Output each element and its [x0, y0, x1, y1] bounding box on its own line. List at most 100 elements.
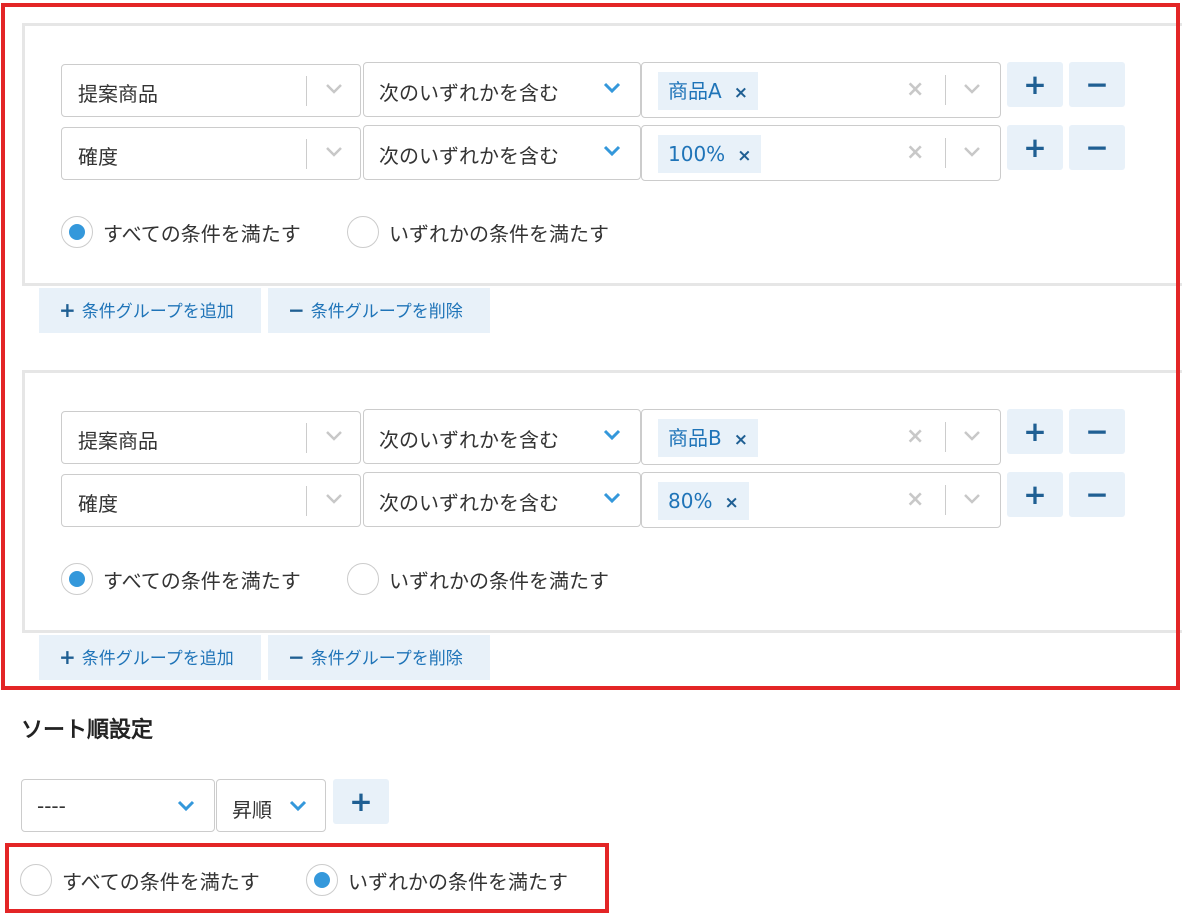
radio-selected-dot [69, 224, 85, 240]
clear-icon[interactable]: × [906, 77, 924, 102]
sort-order-select[interactable]: 昇順 [216, 779, 326, 832]
add-condition-group-button[interactable]: + 条件グループを追加 [39, 288, 261, 333]
tag-label: 商品B [668, 426, 722, 450]
radio-label: すべての条件を満たす [62, 869, 260, 894]
radio-circle[interactable] [20, 864, 52, 896]
radio-label: すべての条件を満たす [103, 221, 301, 246]
sort-field-value: ---- [37, 794, 66, 818]
operator-select-value: 次のいずれかを含む [379, 144, 559, 168]
operator-select[interactable]: 次のいずれかを含む [363, 62, 641, 117]
button-label: 条件グループを削除 [310, 302, 463, 322]
select-separator [306, 486, 307, 516]
radio-circle[interactable] [347, 216, 379, 248]
sort-section-title: ソート順設定 [21, 718, 154, 743]
operator-select[interactable]: 次のいずれかを含む [363, 409, 641, 464]
field-select-value: 提案商品 [78, 429, 158, 453]
tag-label: 100% [668, 142, 726, 166]
chevron-down-icon[interactable] [962, 492, 982, 506]
radio-label: いずれかの条件を満たす [348, 869, 568, 894]
condition-group-2: 提案商品 次のいずれかを含む 商品B × × + − 確度 次のいずれかを含む 8… [22, 370, 1182, 633]
radio-circle[interactable] [61, 563, 93, 595]
sort-order-value: 昇順 [232, 798, 272, 822]
plus-icon: + [59, 298, 76, 322]
remove-condition-button[interactable]: − [1069, 472, 1125, 517]
match-any-radio[interactable]: いずれかの条件を満たす [347, 563, 609, 595]
value-multi-select[interactable]: 80% × × [641, 472, 1001, 528]
value-tag: 商品B × [658, 419, 758, 457]
operator-select-value: 次のいずれかを含む [379, 491, 559, 515]
select-separator [945, 138, 946, 168]
add-condition-button[interactable]: + [1007, 125, 1063, 170]
match-any-radio[interactable]: いずれかの条件を満たす [306, 864, 568, 896]
chevron-down-icon[interactable] [288, 799, 308, 813]
chevron-down-icon[interactable] [962, 82, 982, 96]
delete-condition-group-button[interactable]: − 条件グループを削除 [268, 288, 490, 333]
tag-remove-icon[interactable]: × [737, 137, 751, 175]
operator-select[interactable]: 次のいずれかを含む [363, 125, 641, 180]
chevron-down-icon[interactable] [602, 428, 622, 442]
clear-icon[interactable]: × [906, 487, 924, 512]
chevron-down-icon[interactable] [176, 799, 196, 813]
add-condition-button[interactable]: + [1007, 472, 1063, 517]
value-tag: 80% × [658, 482, 749, 520]
field-select[interactable]: 提案商品 [61, 64, 361, 117]
match-all-radio[interactable]: すべての条件を満たす [61, 563, 301, 595]
chevron-down-icon[interactable] [324, 429, 344, 443]
select-separator [945, 75, 946, 105]
button-label: 条件グループを追加 [81, 302, 234, 322]
minus-icon: − [288, 298, 305, 322]
chevron-down-icon[interactable] [962, 429, 982, 443]
field-select[interactable]: 確度 [61, 127, 361, 180]
chevron-down-icon[interactable] [324, 492, 344, 506]
tag-remove-icon[interactable]: × [734, 421, 748, 459]
chevron-down-icon[interactable] [602, 491, 622, 505]
radio-circle[interactable] [61, 216, 93, 248]
select-separator [945, 485, 946, 515]
minus-icon: − [288, 645, 305, 669]
add-condition-button[interactable]: + [1007, 409, 1063, 454]
radio-selected-dot [69, 571, 85, 587]
button-label: 条件グループを削除 [310, 649, 463, 669]
match-any-radio[interactable]: いずれかの条件を満たす [347, 216, 609, 248]
remove-condition-button[interactable]: − [1069, 62, 1125, 107]
add-sort-button[interactable]: + [333, 779, 389, 824]
value-multi-select[interactable]: 100% × × [641, 125, 1001, 181]
radio-circle[interactable] [347, 563, 379, 595]
clear-icon[interactable]: × [906, 140, 924, 165]
sort-field-select[interactable]: ---- [21, 779, 215, 832]
operator-select-value: 次のいずれかを含む [379, 428, 559, 452]
match-all-radio[interactable]: すべての条件を満たす [20, 864, 260, 896]
radio-label: いずれかの条件を満たす [389, 221, 609, 246]
clear-icon[interactable]: × [906, 424, 924, 449]
field-select[interactable]: 提案商品 [61, 411, 361, 464]
field-select-value: 提案商品 [78, 82, 158, 106]
remove-condition-button[interactable]: − [1069, 409, 1125, 454]
radio-label: いずれかの条件を満たす [389, 568, 609, 593]
chevron-down-icon[interactable] [324, 145, 344, 159]
chevron-down-icon[interactable] [602, 144, 622, 158]
tag-label: 商品A [668, 79, 722, 103]
delete-condition-group-button[interactable]: − 条件グループを削除 [268, 635, 490, 680]
chevron-down-icon[interactable] [962, 145, 982, 159]
tag-remove-icon[interactable]: × [724, 484, 738, 522]
match-all-radio[interactable]: すべての条件を満たす [61, 216, 301, 248]
button-label: 条件グループを追加 [81, 649, 234, 669]
tag-label: 80% [668, 489, 713, 513]
operator-select-value: 次のいずれかを含む [379, 81, 559, 105]
tag-remove-icon[interactable]: × [734, 74, 748, 112]
field-select-value: 確度 [78, 492, 118, 516]
value-multi-select[interactable]: 商品B × × [641, 409, 1001, 465]
chevron-down-icon[interactable] [324, 82, 344, 96]
chevron-down-icon[interactable] [602, 81, 622, 95]
value-tag: 商品A × [658, 72, 758, 110]
select-separator [306, 423, 307, 453]
value-tag: 100% × [658, 135, 762, 175]
value-multi-select[interactable]: 商品A × × [641, 62, 1001, 118]
remove-condition-button[interactable]: − [1069, 125, 1125, 170]
add-condition-group-button[interactable]: + 条件グループを追加 [39, 635, 261, 680]
field-select[interactable]: 確度 [61, 474, 361, 527]
field-select-value: 確度 [78, 145, 118, 169]
add-condition-button[interactable]: + [1007, 62, 1063, 107]
radio-circle[interactable] [306, 864, 338, 896]
operator-select[interactable]: 次のいずれかを含む [363, 472, 641, 527]
